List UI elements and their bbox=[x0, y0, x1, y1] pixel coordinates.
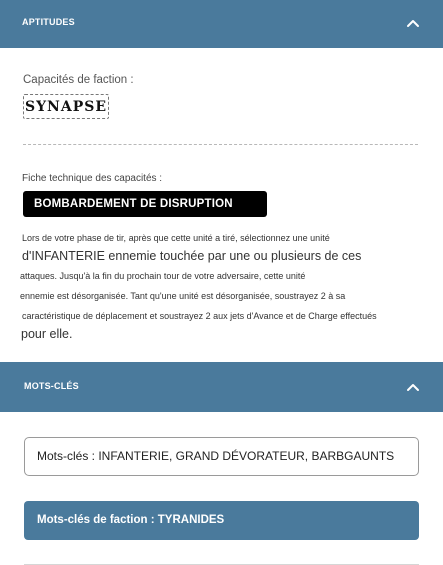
ability-name-badge: BOMBARDEMENT DE DISRUPTION bbox=[23, 191, 267, 217]
keywords-box: Mots-clés : INFANTERIE, GRAND DÉVORATEUR… bbox=[24, 437, 419, 476]
faction-abilities-label: Capacités de faction : bbox=[23, 74, 134, 86]
keywords-header-title: MOTS-CLÉS bbox=[24, 381, 79, 391]
synapse-badge[interactable]: SYNAPSE bbox=[23, 94, 109, 119]
ability-line: caractéristique de déplacement et soustr… bbox=[22, 311, 377, 321]
ability-line: pour elle. bbox=[21, 327, 73, 341]
ability-line: ennemie est désorganisée. Tant qu'une un… bbox=[20, 291, 346, 301]
ability-line: Lors de votre phase de tir, après que ce… bbox=[22, 233, 330, 243]
aptitudes-header[interactable]: APTITUDES bbox=[0, 0, 443, 48]
datasheet-page: APTITUDES Capacités de faction : SYNAPSE… bbox=[0, 0, 443, 565]
chevron-up-icon[interactable] bbox=[406, 16, 420, 30]
ability-line: d'INFANTERIE ennemie touchée par une ou … bbox=[22, 249, 362, 263]
faction-keywords-bar: Mots-clés de faction : TYRANIDES bbox=[24, 501, 419, 540]
ability-description: Lors de votre phase de tir, après que ce… bbox=[20, 229, 420, 343]
chevron-up-icon[interactable] bbox=[406, 380, 420, 394]
section-divider bbox=[23, 144, 418, 145]
keywords-header[interactable]: MOTS-CLÉS bbox=[0, 362, 443, 412]
ability-line: attaques. Jusqu'à la fin du prochain tou… bbox=[20, 271, 306, 281]
datasheet-abilities-label: Fiche technique des capacités : bbox=[22, 173, 163, 184]
aptitudes-header-title: APTITUDES bbox=[22, 17, 75, 27]
